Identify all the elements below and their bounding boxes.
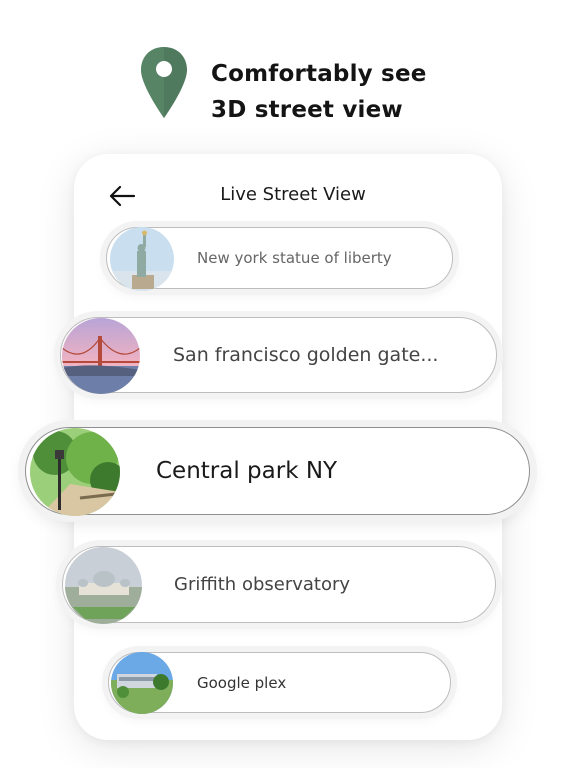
central-park-image [30,428,120,516]
location-item-central-park[interactable]: Central park NY [25,427,530,516]
location-name: Google plex [197,674,287,692]
location-name: New york statue of liberty [197,249,392,267]
location-name: San francisco golden gate... [173,344,439,366]
location-item-griffith-observatory[interactable]: Griffith observatory [62,546,496,624]
statue-of-liberty-image [110,227,174,291]
golden-gate-bridge-image [62,318,140,394]
location-pin-icon [141,47,187,118]
location-item-statue-of-liberty[interactable]: New york statue of liberty [106,227,453,291]
headline-line-2: 3D street view [211,97,403,123]
location-name: Central park NY [156,458,338,484]
location-item-golden-gate[interactable]: San francisco golden gate... [60,317,497,394]
headline: Comfortably see 3D street view [211,56,427,128]
screen-title: Live Street View [220,184,366,205]
griffith-observatory-image [65,547,142,624]
googleplex-image [111,652,173,714]
location-name: Griffith observatory [174,574,351,595]
location-item-googleplex[interactable]: Google plex [108,652,451,714]
hero-section: Comfortably see 3D street view [0,0,576,150]
headline-line-1: Comfortably see [211,61,427,87]
